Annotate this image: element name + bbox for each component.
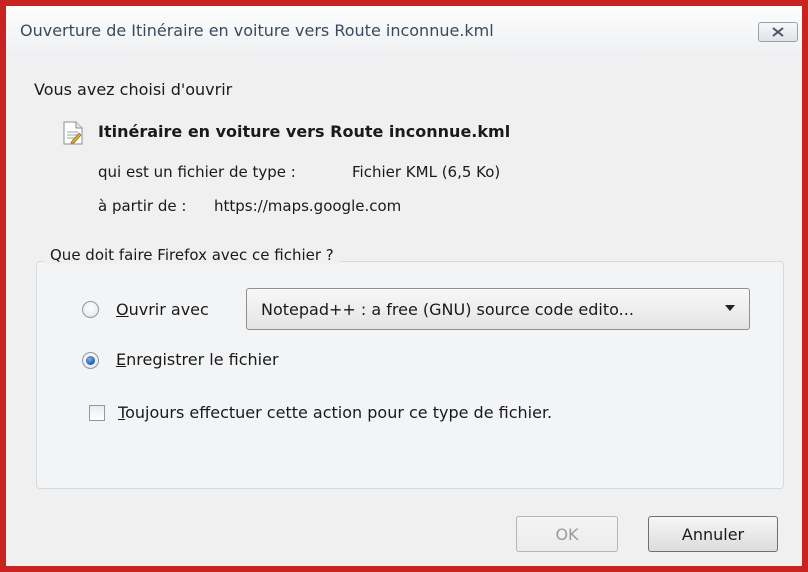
file-type-label: qui est un fichier de type : (98, 163, 296, 181)
save-file-label[interactable]: Enregistrer le fichier (116, 350, 279, 369)
cancel-button[interactable]: Annuler (648, 516, 778, 552)
always-do-checkbox[interactable] (89, 405, 105, 421)
window-title: Ouverture de Itinéraire en voiture vers … (20, 21, 494, 40)
open-with-app-value: Notepad++ : a free (GNU) source code edi… (261, 300, 634, 319)
close-button[interactable] (758, 22, 798, 42)
heading: Vous avez choisi d'ouvrir (34, 80, 233, 99)
chevron-down-icon (725, 305, 735, 311)
download-dialog: Ouverture de Itinéraire en voiture vers … (6, 6, 802, 566)
save-file-radio[interactable] (82, 352, 99, 369)
open-with-radio[interactable] (82, 301, 99, 318)
dialog-content: Vous avez choisi d'ouvrir Itinéraire en … (6, 56, 802, 566)
open-with-label[interactable]: Ouvrir avec (116, 300, 209, 319)
open-with-app-select[interactable]: Notepad++ : a free (GNU) source code edi… (246, 288, 750, 330)
radio-selected-dot (86, 356, 95, 365)
close-x-icon (772, 27, 784, 37)
filename: Itinéraire en voiture vers Route inconnu… (98, 122, 511, 141)
always-do-label[interactable]: Toujours effectuer cette action pour ce … (118, 403, 552, 422)
ok-button[interactable]: OK (516, 516, 618, 552)
file-type-value: Fichier KML (6,5 Ko) (352, 163, 501, 181)
title-bar[interactable]: Ouverture de Itinéraire en voiture vers … (6, 6, 802, 57)
document-icon (63, 121, 83, 145)
source-value: https://maps.google.com (214, 197, 402, 215)
source-label: à partir de : (98, 197, 187, 215)
action-group-legend: Que doit faire Firefox avec ce fichier ? (44, 246, 340, 264)
